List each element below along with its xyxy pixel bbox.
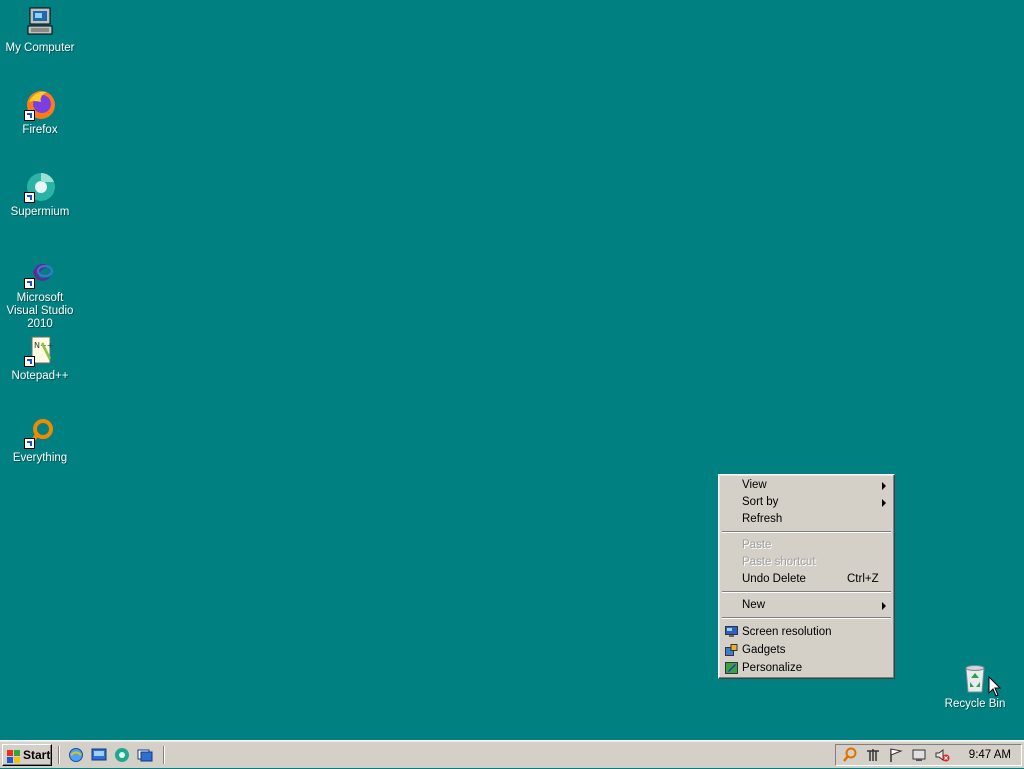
screen-resolution-icon xyxy=(725,626,738,638)
desktop-icon-label: My Computer xyxy=(5,42,75,54)
menu-item-paste[interactable]: Paste xyxy=(721,537,892,554)
network-icon[interactable] xyxy=(865,747,881,763)
menu-item-screen-resolution[interactable]: Screen resolution xyxy=(721,624,892,641)
desktop-context-menu: View Sort by Refresh Paste Paste shortcu… xyxy=(718,474,895,679)
desktop-icon-notepad-plus-plus[interactable]: N++ Notepad++ xyxy=(1,334,79,383)
desktop-icon-supermium[interactable]: Supermium xyxy=(1,170,79,219)
shortcut-arrow-icon xyxy=(24,192,35,203)
supermium-icon xyxy=(23,170,57,204)
personalize-icon xyxy=(725,662,738,674)
menu-item-label: Paste xyxy=(742,539,772,551)
volume-muted-icon[interactable] xyxy=(934,747,950,763)
menu-item-label: View xyxy=(742,479,767,491)
shortcut-arrow-icon xyxy=(24,110,35,121)
shortcut-arrow-icon xyxy=(24,356,35,367)
shortcut-arrow-icon xyxy=(24,438,35,449)
menu-item-label: Gadgets xyxy=(742,644,786,656)
submenu-arrow-icon xyxy=(882,482,886,490)
desktop-icon-label: Firefox xyxy=(22,124,58,136)
start-label: Start xyxy=(23,748,51,762)
menu-item-sort-by[interactable]: Sort by xyxy=(721,494,892,511)
system-tray: 9:47 AM xyxy=(835,744,1022,766)
search-icon[interactable] xyxy=(842,747,858,763)
desktop-icon-my-computer[interactable]: My Computer xyxy=(1,6,79,55)
mouse-cursor-icon xyxy=(988,675,1002,698)
browser-icon[interactable] xyxy=(114,747,130,763)
visual-studio-icon xyxy=(23,256,57,290)
menu-item-label: Refresh xyxy=(742,513,783,525)
internet-explorer-icon[interactable] xyxy=(68,747,84,763)
menu-item-label: Sort by xyxy=(742,496,779,508)
desktop[interactable]: My Computer Firefox Supermium Microsoft … xyxy=(0,0,1024,740)
menu-item-new[interactable]: New xyxy=(721,597,892,614)
desktop-icon-label: Notepad++ xyxy=(11,370,69,382)
taskbar-clock[interactable]: 9:47 AM xyxy=(969,745,1011,765)
desktop-icon-label: Supermium xyxy=(10,206,70,218)
menu-item-refresh[interactable]: Refresh xyxy=(721,511,892,528)
taskbar-divider xyxy=(58,746,60,764)
submenu-arrow-icon xyxy=(882,602,886,610)
shortcut-arrow-icon xyxy=(24,278,35,289)
firefox-icon xyxy=(23,88,57,122)
recycle-bin-icon xyxy=(958,662,992,696)
window-switch-icon[interactable] xyxy=(137,747,153,763)
menu-item-label: Screen resolution xyxy=(742,626,832,638)
menu-item-view[interactable]: View xyxy=(721,477,892,494)
menu-item-gadgets[interactable]: Gadgets xyxy=(721,642,892,659)
taskbar: Start 9:47 AM xyxy=(0,740,1024,768)
power-icon[interactable] xyxy=(911,747,927,763)
submenu-arrow-icon xyxy=(882,499,886,507)
menu-item-label: Paste shortcut xyxy=(742,556,816,568)
menu-separator xyxy=(722,591,891,593)
desktop-icon-label: Recycle Bin xyxy=(944,698,1006,710)
my-computer-icon xyxy=(23,6,57,40)
menu-item-personalize[interactable]: Personalize xyxy=(721,660,892,677)
menu-item-paste-shortcut[interactable]: Paste shortcut xyxy=(721,554,892,571)
desktop-icon-recycle-bin[interactable]: Recycle Bin xyxy=(936,662,1014,711)
action-center-flag-icon[interactable] xyxy=(888,747,904,763)
menu-separator xyxy=(722,531,891,533)
start-button[interactable]: Start xyxy=(2,744,52,766)
taskbar-divider xyxy=(163,746,165,764)
menu-item-label: Personalize xyxy=(742,662,803,674)
menu-item-undo-delete[interactable]: Undo Delete Ctrl+Z xyxy=(721,571,892,588)
desktop-icon-everything[interactable]: Everything xyxy=(1,416,79,465)
show-desktop-icon[interactable] xyxy=(91,747,107,763)
desktop-icon-firefox[interactable]: Firefox xyxy=(1,88,79,137)
menu-separator xyxy=(722,617,891,619)
notepad-plus-plus-icon: N++ xyxy=(23,334,57,368)
desktop-icon-label: Everything xyxy=(12,452,68,464)
gadgets-icon xyxy=(725,644,738,656)
everything-search-icon xyxy=(23,416,57,450)
desktop-icon-visual-studio[interactable]: Microsoft Visual Studio 2010 xyxy=(1,256,79,331)
desktop-icon-label: Microsoft Visual Studio 2010 xyxy=(6,292,74,330)
windows-logo-icon xyxy=(7,749,21,763)
menu-item-shortcut: Ctrl+Z xyxy=(847,573,879,585)
menu-item-label: Undo Delete xyxy=(742,573,806,585)
menu-item-label: New xyxy=(742,599,766,611)
